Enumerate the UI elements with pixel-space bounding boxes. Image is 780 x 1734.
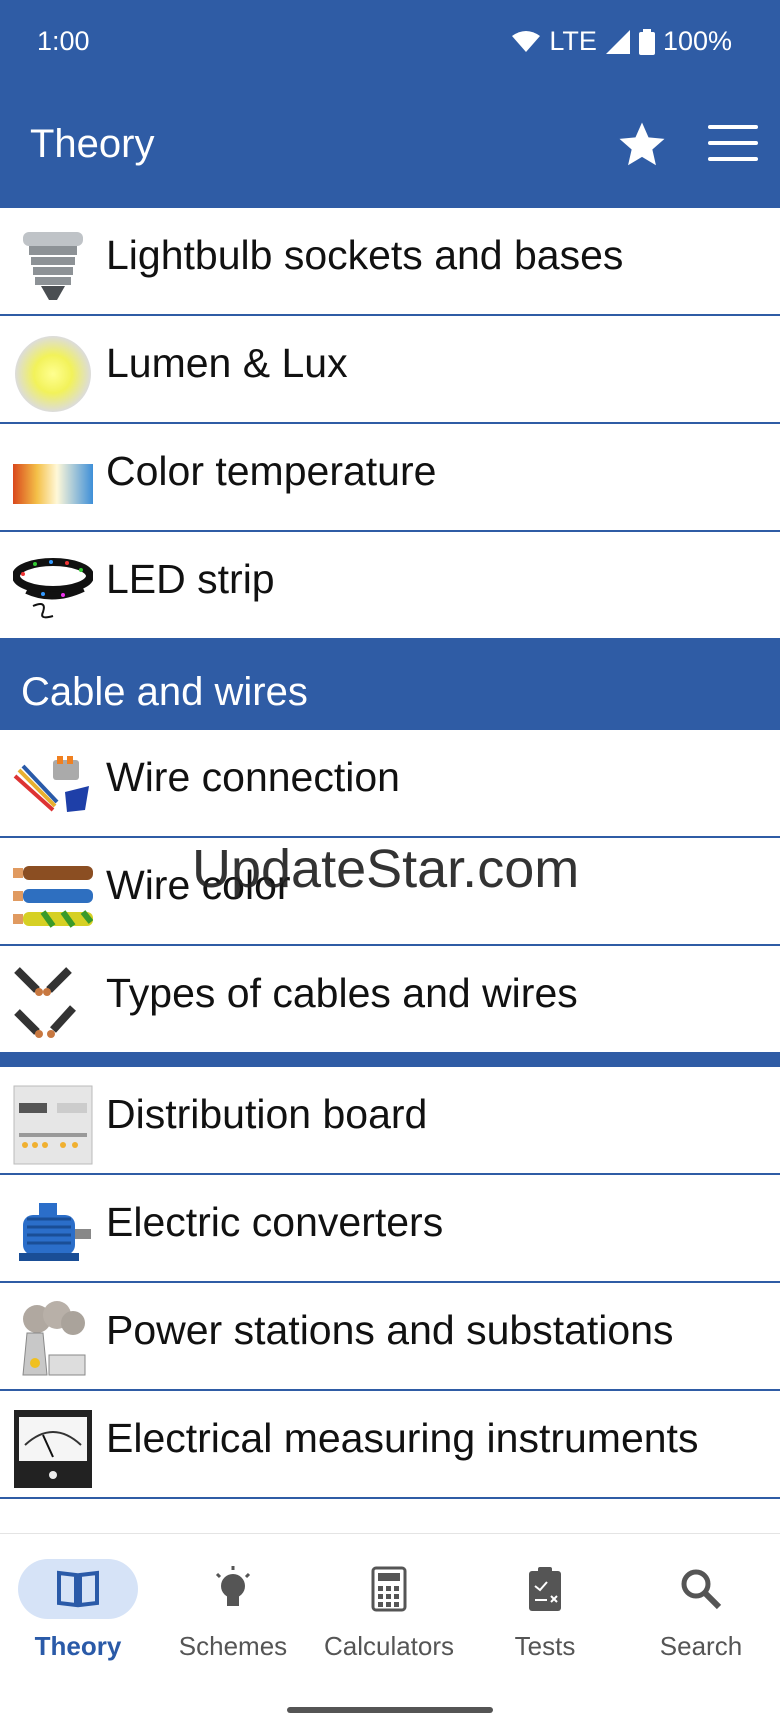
list-item-label: Types of cables and wires [106,970,578,1016]
lightbulb-icon [215,1566,251,1606]
list-item-label: Wire connection [106,754,400,800]
nav-theory[interactable]: Theory [3,1559,153,1662]
lightbulb-socket-icon [23,232,83,300]
favorite-star-button[interactable] [615,118,669,172]
led-strip-icon [13,558,93,619]
nav-search[interactable]: Search [626,1559,776,1662]
list-item[interactable]: Electrical measuring instruments [0,1391,780,1499]
list-item-label: Lumen & Lux [106,340,348,386]
nav-label: Search [659,1631,743,1661]
list-item-label: Electrical measuring instruments [106,1415,699,1461]
status-icons: LTE 100% [511,26,732,57]
meter-icon [14,1410,92,1488]
theory-list: Lightbulb sockets and bases Lumen & Lux … [0,208,780,1499]
list-item[interactable]: Color temperature [0,424,780,532]
cable-types-icon [14,967,76,1038]
wire-connection-icon [13,756,89,812]
status-time: 1:00 [37,26,90,56]
list-item[interactable]: LED strip [0,532,780,640]
clipboard-icon [529,1567,561,1611]
app-bar: 1:00 LTE 100% Theory [0,0,780,208]
wire-color-icon [13,866,93,928]
book-icon [57,1570,99,1608]
list-item[interactable]: Wire color [0,838,780,946]
nav-label: Calculators [323,1631,455,1661]
list-item-label: Color temperature [106,448,437,494]
list-item[interactable]: Lumen & Lux [0,316,780,424]
nav-schemes[interactable]: Schemes [158,1559,308,1662]
nav-label: Tests [514,1631,576,1661]
menu-button[interactable] [708,125,758,169]
list-item-label: LED strip [106,556,275,602]
list-item[interactable]: Distribution board [0,1067,780,1175]
gesture-handle [287,1707,493,1713]
page-title: Theory [30,122,155,166]
distribution-board-icon [13,1085,93,1165]
signal-icon [605,29,630,54]
battery-percent: 100% [662,26,732,56]
list-item-label: Power stations and substations [106,1307,674,1353]
nav-tests[interactable]: Tests [470,1559,620,1662]
power-station-icon [22,1301,86,1376]
network-label: LTE [549,26,597,56]
electric-motor-icon [19,1203,91,1261]
wifi-icon [512,30,541,52]
list-item-label: Electric converters [106,1199,444,1245]
list-item[interactable]: Lightbulb sockets and bases [0,208,780,316]
list-item[interactable]: Wire connection [0,730,780,838]
list-item[interactable]: Types of cables and wires [0,946,780,1054]
nav-label: Theory [34,1631,122,1661]
nav-calculators[interactable]: Calculators [314,1559,464,1662]
list-item-label: Distribution board [106,1091,428,1137]
section-header-cable-and-wires: Cable and wires [0,640,780,730]
list-item[interactable]: Electric converters [0,1175,780,1283]
nav-label: Schemes [178,1631,288,1661]
lumen-icon [15,336,91,412]
color-temperature-icon [13,464,93,504]
star-icon [619,122,665,166]
battery-icon [638,28,655,55]
list-item-label: Lightbulb sockets and bases [106,232,624,278]
calculator-icon [371,1566,407,1612]
bottom-navigation: Theory Schemes Calculators Tests Search [0,1533,780,1734]
list-item-label: Wire color [106,862,291,908]
list-item[interactable]: Power stations and substations [0,1283,780,1391]
search-icon [681,1569,722,1610]
section-divider [0,1054,780,1067]
menu-icon [708,125,758,129]
section-title: Cable and wires [21,670,308,714]
